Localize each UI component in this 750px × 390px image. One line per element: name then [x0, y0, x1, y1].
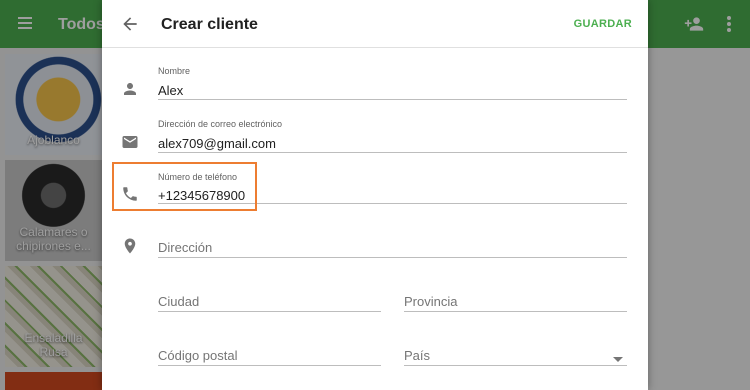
- email-underline: [158, 152, 627, 153]
- province-placeholder: Provincia: [404, 294, 458, 309]
- city-placeholder: Ciudad: [158, 294, 200, 309]
- email-label: Dirección de correo electrónico: [158, 119, 283, 129]
- create-client-dialog: Crear cliente GUARDAR Nombre Alex Direcc…: [102, 0, 648, 390]
- address-field[interactable]: Dirección: [158, 238, 627, 258]
- postal-code-placeholder: Código postal: [158, 348, 238, 363]
- dialog-header: Crear cliente GUARDAR: [102, 0, 648, 48]
- name-value: Alex: [158, 83, 184, 98]
- email-field[interactable]: Dirección de correo electrónico alex709@…: [158, 119, 627, 153]
- phone-field[interactable]: Número de teléfono +12345678900: [158, 172, 627, 206]
- name-field[interactable]: Nombre Alex: [158, 66, 627, 100]
- city-underline: [158, 311, 381, 312]
- province-underline: [404, 311, 627, 312]
- phone-label: Número de teléfono: [158, 172, 238, 182]
- dropdown-arrow-icon[interactable]: [613, 357, 623, 362]
- postal-code-field[interactable]: Código postal: [158, 346, 381, 366]
- phone-value: +12345678900: [158, 188, 246, 203]
- country-placeholder: País: [404, 348, 431, 363]
- address-placeholder: Dirección: [158, 240, 213, 255]
- country-underline: [404, 365, 627, 366]
- name-underline: [158, 99, 627, 100]
- name-label: Nombre: [158, 66, 191, 76]
- dialog-title: Crear cliente: [161, 16, 258, 33]
- province-field[interactable]: Provincia: [404, 292, 627, 312]
- city-field[interactable]: Ciudad: [158, 292, 381, 312]
- country-select[interactable]: País: [404, 346, 627, 366]
- email-icon: [122, 136, 138, 148]
- phone-underline: [158, 203, 627, 204]
- address-underline: [158, 257, 627, 258]
- location-icon: [124, 238, 136, 254]
- email-value: alex709@gmail.com: [158, 136, 276, 151]
- postal-code-underline: [158, 365, 381, 366]
- phone-icon: [123, 187, 137, 201]
- save-button[interactable]: GUARDAR: [574, 18, 632, 30]
- person-icon: [124, 83, 136, 95]
- back-arrow-icon[interactable]: [120, 14, 140, 34]
